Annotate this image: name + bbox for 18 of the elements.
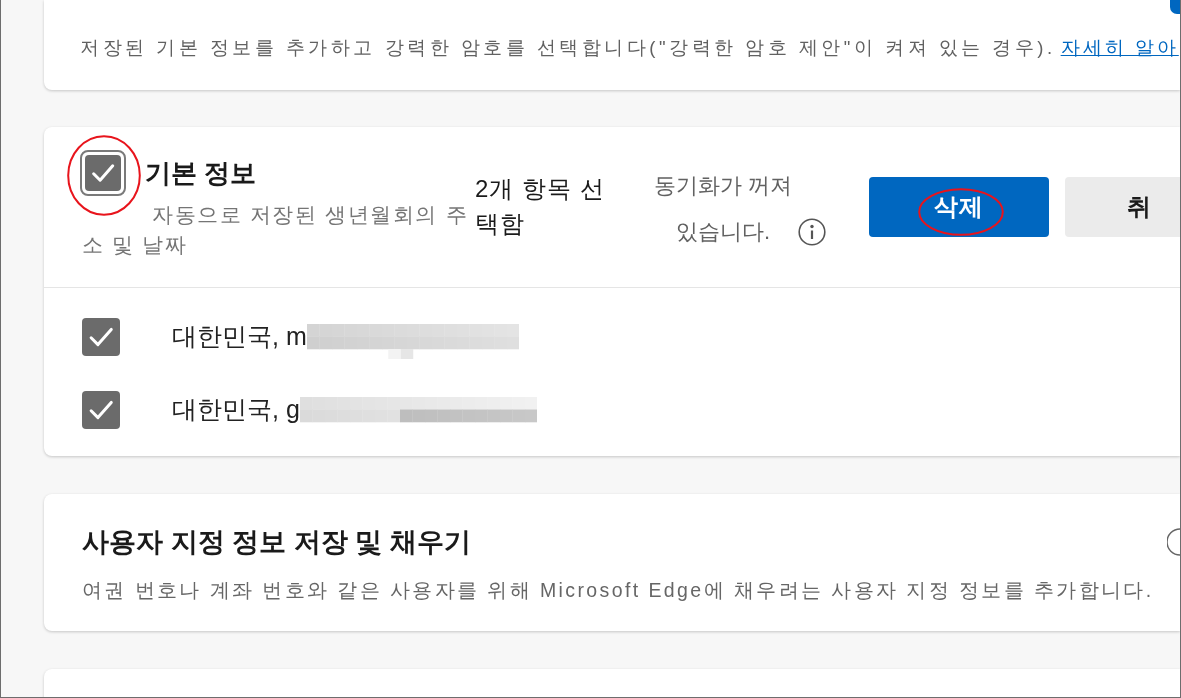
checkbox[interactable] bbox=[80, 150, 126, 196]
toggle-switch[interactable] bbox=[1167, 528, 1180, 556]
checkbox[interactable] bbox=[82, 390, 120, 429]
info-icon[interactable] bbox=[798, 218, 826, 246]
cancel-button[interactable]: 취 bbox=[1065, 177, 1180, 237]
description-text: 저장된 기본 정보를 추가하고 강력한 암호를 선택합니다("강력한 암호 제안"이 켜져 있는 경우). 자세히 알아 bbox=[80, 36, 1180, 60]
address-text: 대한민국, m bbox=[172, 320, 307, 352]
sync-status-text: 동기화가 꺼져 있습니다. bbox=[652, 172, 794, 246]
toggle-switch[interactable] bbox=[1170, 0, 1180, 14]
learn-more-link[interactable]: 자세히 알아 bbox=[1060, 37, 1179, 58]
section-description: 여권 번호나 계좌 번호와 같은 사용자를 위해 Microsoft Edge에 채우려는 사용자 지정 정보를 추가합니다. bbox=[82, 578, 1155, 603]
section-description: 자동으로 저장된 생년월회의 주소 및 날짜 bbox=[82, 202, 470, 258]
section-title: 사용자 지정 정보 저장 및 채우기 bbox=[82, 527, 471, 557]
selection-count-text: 2개 항목 선택함 bbox=[475, 174, 606, 239]
delete-button[interactable]: 삭제 bbox=[869, 177, 1049, 237]
checkbox[interactable] bbox=[82, 317, 120, 356]
address-text: 대한민국, g bbox=[172, 393, 300, 425]
section-title: 기본 정보 bbox=[145, 157, 257, 190]
